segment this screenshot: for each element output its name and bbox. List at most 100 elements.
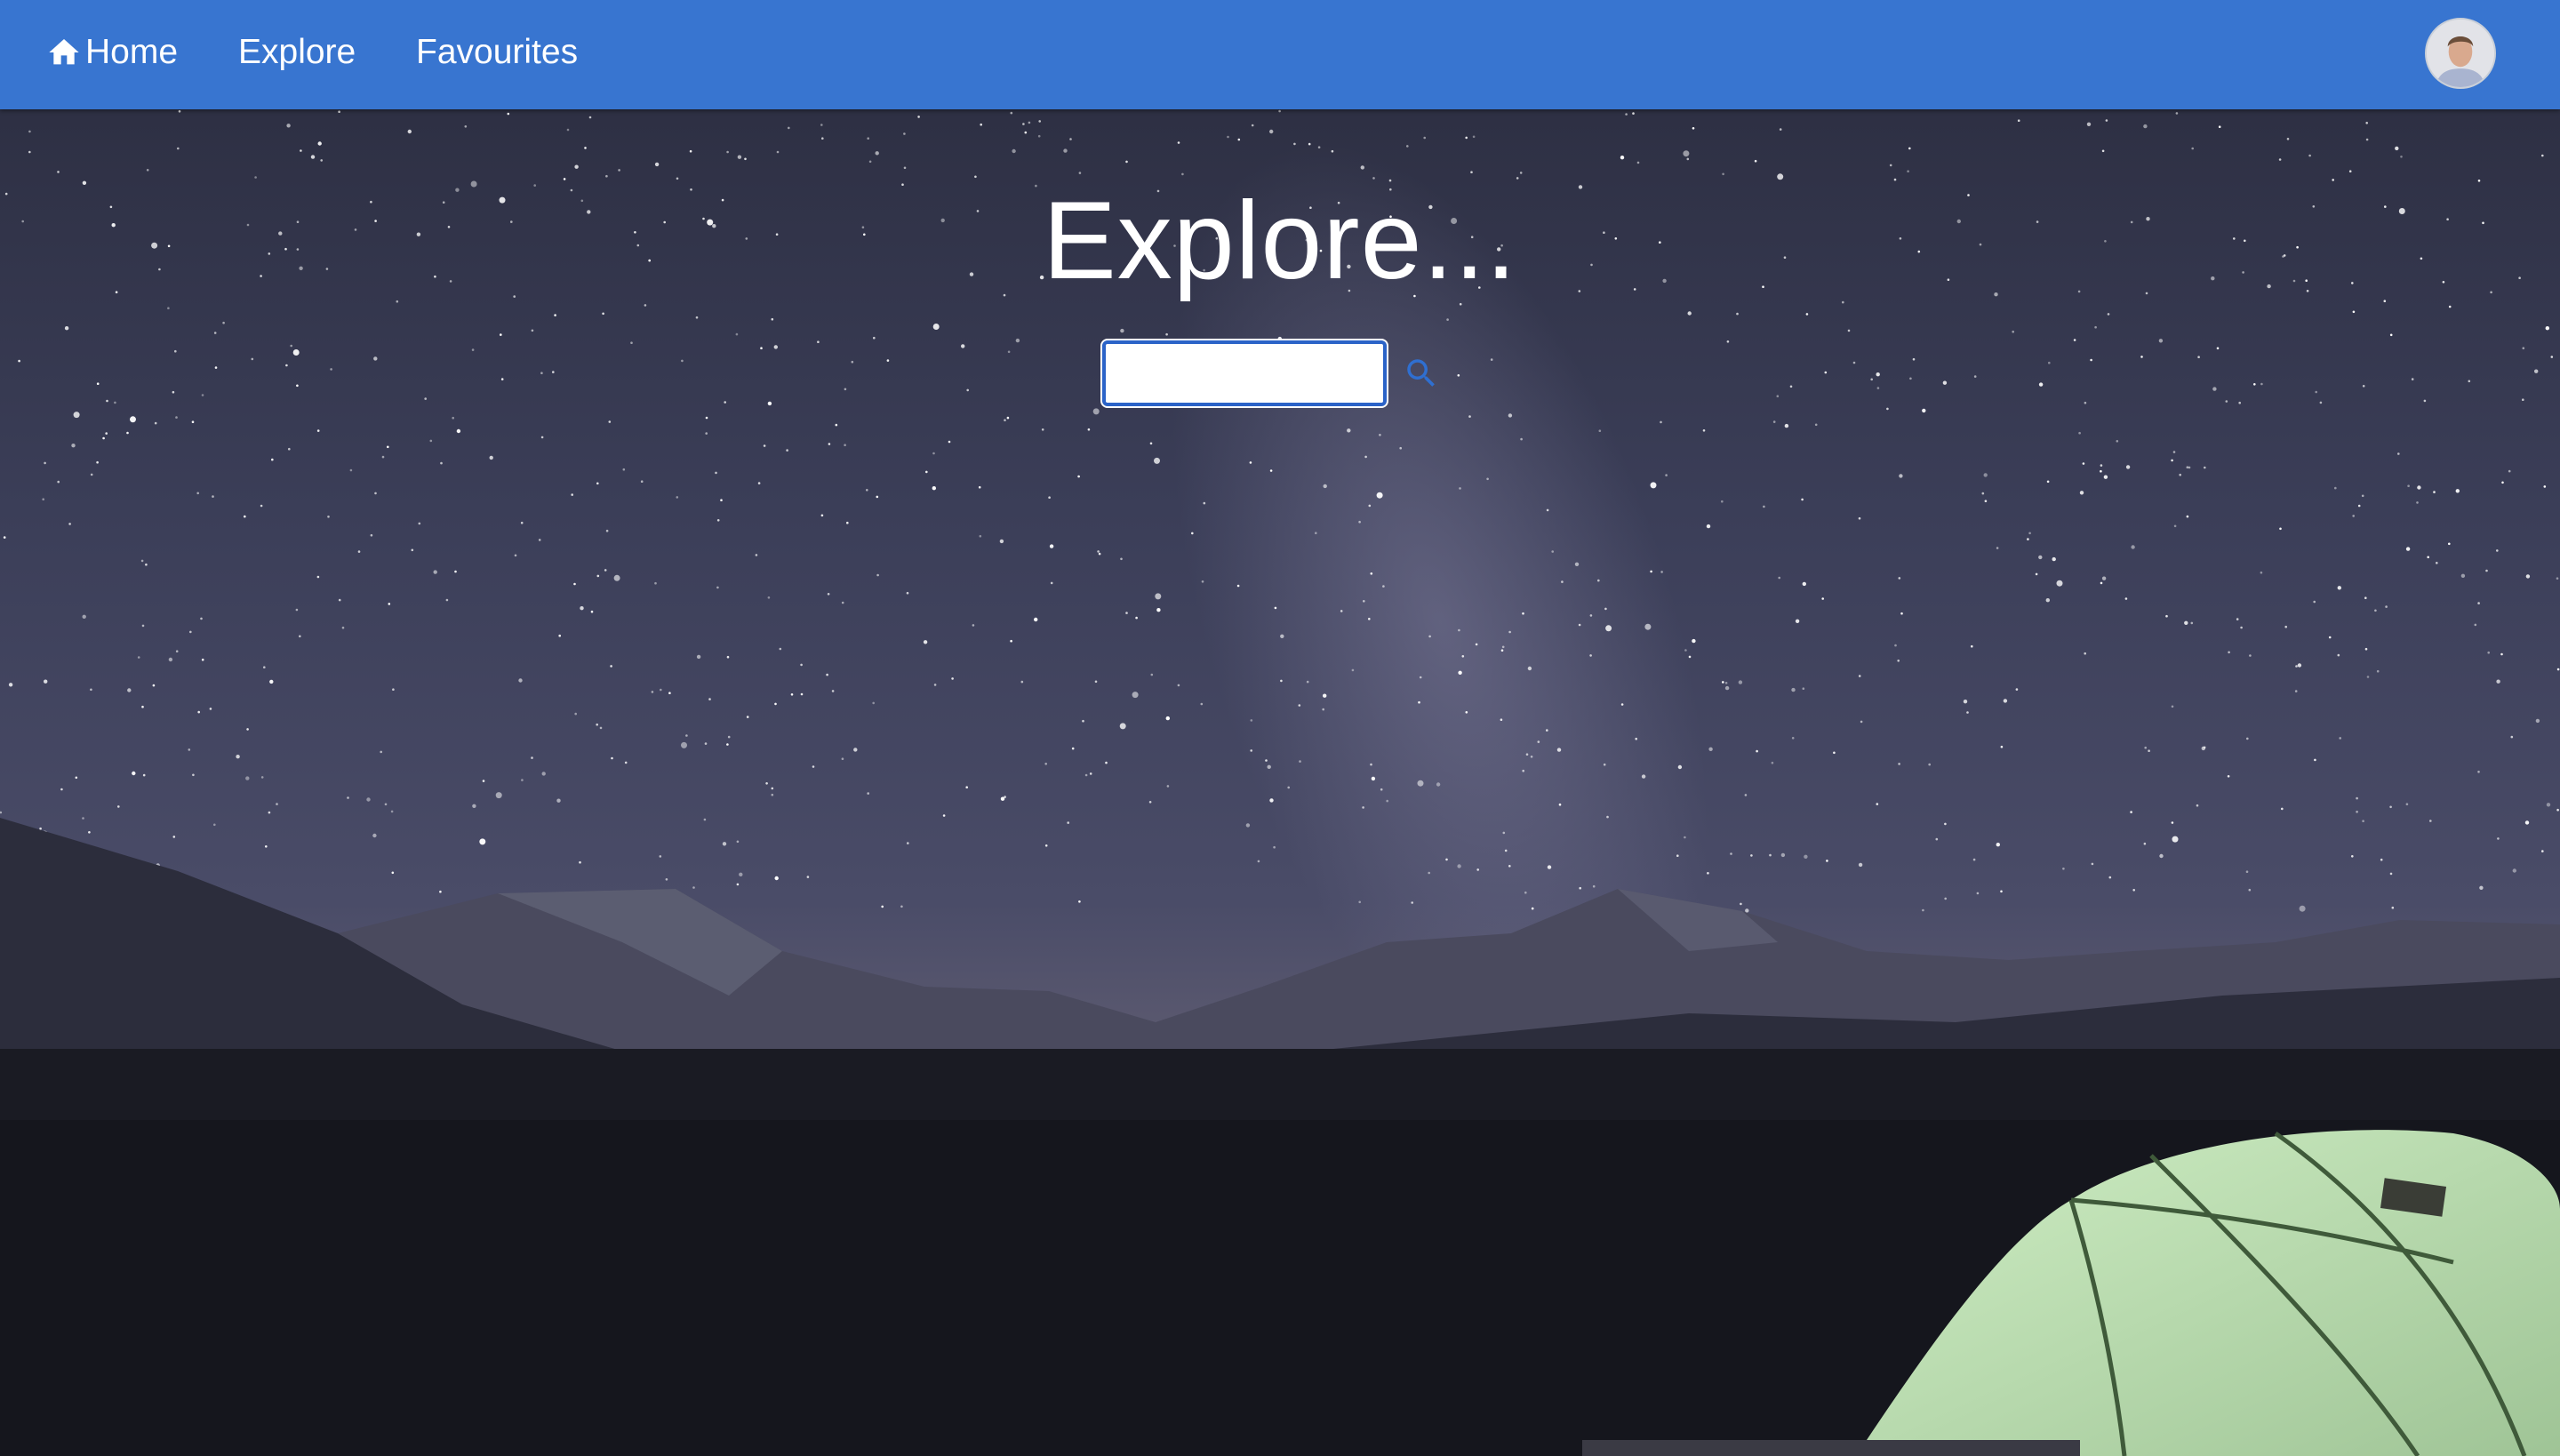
- nav-home-label: Home: [85, 33, 179, 71]
- user-avatar[interactable]: [2425, 18, 2496, 89]
- star: [330, 368, 332, 371]
- star: [2240, 626, 2243, 629]
- star: [380, 750, 383, 754]
- star: [1598, 429, 1602, 433]
- star: [2184, 620, 2188, 625]
- star: [1847, 329, 1851, 332]
- star: [500, 333, 502, 336]
- star: [826, 673, 828, 676]
- star: [1428, 871, 1430, 875]
- star: [1963, 700, 1968, 704]
- star: [640, 480, 644, 483]
- star: [57, 480, 60, 484]
- star: [3, 536, 6, 539]
- star: [1730, 852, 1732, 855]
- star: [2253, 383, 2256, 386]
- star: [1756, 749, 1758, 753]
- star: [1650, 482, 1657, 489]
- star: [2479, 885, 2484, 890]
- nav-favourites-link[interactable]: Favourites: [416, 30, 578, 75]
- star: [596, 574, 600, 578]
- star: [737, 155, 742, 159]
- star: [1852, 361, 1856, 364]
- star: [495, 792, 502, 799]
- star: [765, 782, 768, 785]
- star: [2056, 580, 2063, 587]
- star: [1971, 644, 1973, 648]
- star: [695, 316, 699, 319]
- star: [2405, 803, 2409, 805]
- star: [1419, 676, 1422, 679]
- star: [2084, 401, 2087, 404]
- star: [2400, 156, 2403, 158]
- star: [387, 445, 389, 449]
- star: [2158, 339, 2164, 343]
- star: [1418, 700, 1420, 704]
- star: [2086, 122, 2092, 126]
- star: [1740, 902, 1742, 906]
- star: [1077, 475, 1080, 478]
- search-icon[interactable]: [1403, 355, 1440, 392]
- star: [1779, 128, 1782, 131]
- star: [599, 726, 603, 730]
- star: [1084, 773, 1088, 777]
- nav-home-link[interactable]: Home: [46, 30, 178, 75]
- star: [531, 756, 533, 759]
- star: [2487, 651, 2490, 654]
- star: [2035, 572, 2038, 576]
- star: [788, 126, 790, 130]
- star: [1876, 372, 1880, 377]
- star: [2524, 820, 2530, 825]
- star: [1245, 823, 1251, 828]
- star: [1406, 145, 1409, 148]
- star: [1094, 680, 1098, 684]
- nav-explore-link[interactable]: Explore: [238, 30, 356, 75]
- star: [1399, 446, 1402, 450]
- star: [1900, 612, 1903, 615]
- star: [1912, 357, 1916, 361]
- star: [1166, 785, 1170, 788]
- star: [1459, 487, 1461, 490]
- star: [1475, 643, 1478, 646]
- star: [1876, 803, 1879, 805]
- star: [966, 388, 969, 392]
- star: [1191, 532, 1194, 535]
- star: [2339, 737, 2341, 740]
- star: [1308, 142, 1311, 146]
- star: [1470, 171, 1473, 173]
- home-icon: [49, 39, 79, 65]
- star: [531, 329, 534, 332]
- star: [1928, 763, 1931, 766]
- star: [900, 905, 903, 908]
- star: [1227, 135, 1229, 139]
- star: [454, 570, 457, 573]
- star: [1772, 420, 1776, 423]
- star: [479, 838, 486, 845]
- star: [579, 860, 581, 864]
- star: [2525, 574, 2531, 579]
- star: [2073, 339, 2076, 341]
- search-input[interactable]: [1100, 339, 1388, 408]
- star: [260, 504, 263, 508]
- star: [1063, 148, 1068, 153]
- star: [245, 776, 250, 780]
- star: [2027, 538, 2029, 540]
- star: [2389, 872, 2393, 876]
- star: [1120, 328, 1124, 333]
- star: [117, 805, 120, 808]
- star: [1458, 628, 1460, 632]
- star: [1236, 584, 1240, 588]
- star: [213, 332, 217, 334]
- star: [925, 470, 928, 474]
- star: [1500, 649, 1504, 652]
- star: [1524, 891, 1527, 894]
- star: [2389, 333, 2393, 337]
- star: [681, 359, 684, 363]
- star: [1677, 764, 1683, 770]
- star: [2212, 387, 2217, 391]
- star: [1522, 769, 1524, 772]
- star: [574, 164, 579, 169]
- star: [2108, 876, 2112, 879]
- star: [2015, 688, 2019, 691]
- star: [269, 679, 274, 684]
